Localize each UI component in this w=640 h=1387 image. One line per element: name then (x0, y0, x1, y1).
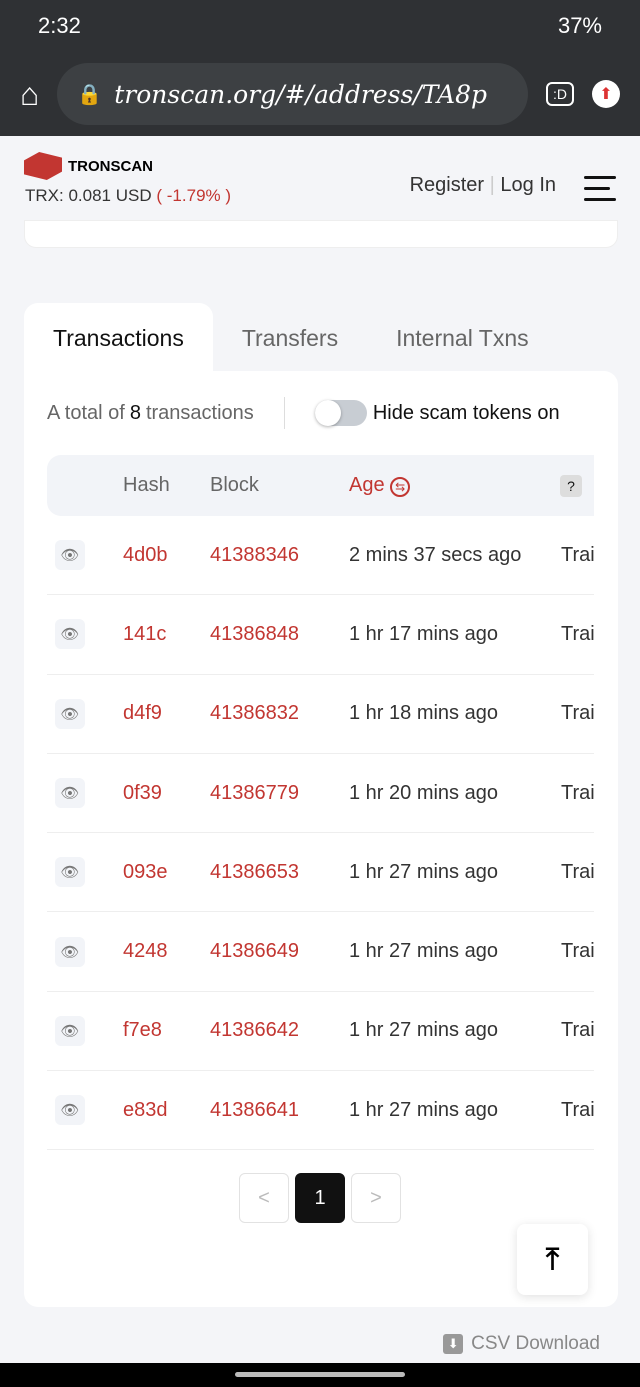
transactions-table: Hash Block Age ⇆ ? 👁 4d0b 41388346 2 min… (47, 455, 594, 1151)
tab-bar: Transactions Transfers Internal Txns (24, 303, 558, 373)
tronscan-logo[interactable]: TRONSCAN (24, 152, 153, 180)
overview-card (24, 220, 618, 248)
tab-transactions[interactable]: Transactions (24, 303, 213, 373)
transactions-panel: A total of 8 transactions Hide scam tokens… (24, 371, 618, 1307)
csv-download-button[interactable]: ⬇ CSV Download (443, 1333, 600, 1355)
register-link[interactable]: Register (410, 174, 484, 196)
menu-icon[interactable] (584, 176, 616, 209)
update-icon[interactable]: ⬆ (592, 80, 620, 108)
age-value: 1 hr 18 mins ago (349, 702, 498, 725)
type-value: Trai (561, 1019, 594, 1042)
block-link[interactable]: 41386779 (210, 782, 299, 805)
type-value: Trai (561, 940, 594, 963)
block-link[interactable]: 41386653 (210, 861, 299, 884)
block-link[interactable]: 41388346 (210, 544, 299, 567)
clock: 2:32 (38, 13, 81, 38)
status-bar: 2:32 37% (0, 0, 640, 52)
age-value: 1 hr 17 mins ago (349, 622, 498, 645)
table-row: 👁 4d0b 41388346 2 mins 37 secs ago Trai (47, 516, 594, 596)
login-link[interactable]: Log In (500, 174, 556, 196)
eye-icon[interactable]: 👁 (55, 1015, 85, 1046)
age-value: 1 hr 27 mins ago (349, 860, 498, 883)
battery-level: 37% (557, 13, 602, 38)
eye-icon[interactable]: 👁 (55, 936, 85, 967)
eye-icon[interactable]: 👁 (55, 857, 85, 888)
eye-icon[interactable]: 👁 (55, 1095, 85, 1126)
price-change: ( -1.79% ) (156, 186, 232, 205)
arrow-up-to-top-icon: ⤒ (545, 1242, 560, 1276)
toggle-label: Hide scam tokens on (372, 401, 560, 424)
hash-link[interactable]: 141c (123, 623, 175, 646)
logo-cube-icon (24, 152, 62, 180)
transaction-count: 8 (129, 401, 141, 424)
page-1-button[interactable]: 1 (295, 1173, 345, 1223)
hash-link[interactable]: 4248 (123, 940, 175, 963)
swap-icon: ⇆ (390, 477, 411, 497)
hash-link[interactable]: 093e (123, 861, 175, 884)
block-link[interactable]: 41386848 (210, 623, 299, 646)
hash-link[interactable]: 4d0b (123, 544, 175, 567)
pagination: < 1 > (239, 1173, 401, 1223)
type-value: Trai (561, 622, 594, 645)
table-row: 👁 141c 41386848 1 hr 17 mins ago Trai (47, 595, 594, 675)
type-value: Trai (561, 1098, 594, 1121)
address-bar[interactable]: 🔒 tronscan.org/#/address/TA8p (57, 63, 528, 125)
trx-price: TRX: 0.081 USD ( -1.79% ) (25, 186, 232, 205)
block-link[interactable]: 41386649 (210, 940, 299, 963)
lock-icon: 🔒 (77, 82, 103, 106)
table-row: 👁 d4f9 41386832 1 hr 18 mins ago Trai (47, 675, 594, 754)
browser-toolbar: ⌂ 🔒 tronscan.org/#/address/TA8p :D ⬆ (0, 52, 640, 136)
block-link[interactable]: 41386832 (210, 702, 299, 725)
block-link[interactable]: 41386641 (210, 1099, 299, 1122)
download-icon: ⬇ (443, 1334, 464, 1354)
age-value: 2 mins 37 secs ago (349, 543, 522, 566)
eye-icon[interactable]: 👁 (55, 619, 85, 650)
scroll-to-top-button[interactable]: ⤒ (517, 1224, 588, 1295)
hash-link[interactable]: d4f9 (123, 702, 175, 725)
next-page-button[interactable]: > (351, 1173, 401, 1223)
hash-link[interactable]: 0f39 (123, 782, 175, 805)
eye-icon[interactable]: 👁 (55, 540, 85, 571)
type-value: Trai (561, 781, 594, 804)
type-value: Trai (561, 860, 594, 883)
age-value: 1 hr 27 mins ago (349, 1098, 498, 1121)
table-row: 👁 f7e8 41386642 1 hr 27 mins ago Trai (47, 992, 594, 1072)
tab-switcher-icon[interactable]: :D (546, 82, 574, 106)
type-value: Trai (561, 702, 594, 725)
site-header: TRONSCAN TRX: 0.081 USD ( -1.79% ) Regis… (0, 136, 640, 231)
age-value: 1 hr 27 mins ago (349, 940, 498, 963)
age-value: 1 hr 20 mins ago (349, 781, 498, 804)
table-row: 👁 e83d 41386641 1 hr 27 mins ago Trai (47, 1071, 594, 1151)
block-link[interactable]: 41386642 (210, 1019, 299, 1042)
tab-internal-txns[interactable]: Internal Txns (367, 303, 558, 373)
url-text: tronscan.org/#/address/TA8p (114, 79, 487, 109)
home-icon[interactable]: ⌂ (20, 76, 39, 113)
age-value: 1 hr 27 mins ago (349, 1019, 498, 1042)
eye-icon[interactable]: 👁 (55, 698, 85, 729)
hide-scam-toggle[interactable] (314, 400, 367, 426)
hash-link[interactable]: e83d (123, 1099, 175, 1122)
type-value: Trai (561, 543, 594, 566)
prev-page-button[interactable]: < (239, 1173, 289, 1223)
hash-link[interactable]: f7e8 (123, 1019, 175, 1042)
table-row: 👁 0f39 41386779 1 hr 20 mins ago Trai (47, 754, 594, 834)
gesture-bar (0, 1363, 640, 1387)
eye-icon[interactable]: 👁 (55, 778, 85, 809)
help-icon[interactable]: ? (560, 474, 582, 497)
tab-transfers[interactable]: Transfers (213, 303, 367, 373)
table-row: 👁 4248 41386649 1 hr 27 mins ago Trai (47, 912, 594, 992)
table-header: Hash Block Age ⇆ ? (47, 455, 594, 516)
table-row: 👁 093e 41386653 1 hr 27 mins ago Trai (47, 833, 594, 913)
age-sort-header[interactable]: Age ⇆ (349, 474, 411, 497)
